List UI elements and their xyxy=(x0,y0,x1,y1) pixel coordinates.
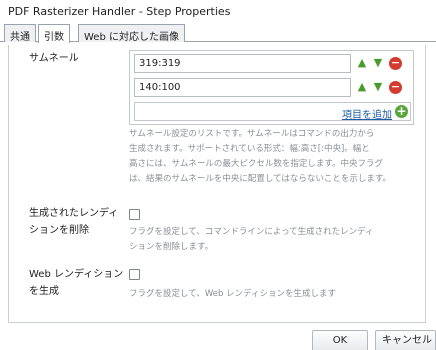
cancel-button[interactable]: キャンセル xyxy=(375,330,436,350)
web-rendition-description: フラグを設定して、Web レンディションを生成します xyxy=(129,287,414,302)
thumbnails-label: サムネール xyxy=(29,53,79,64)
ok-button[interactable]: OK xyxy=(312,330,368,350)
tab-web-enabled-image[interactable]: Web に対応した画像 xyxy=(78,24,185,43)
add-item-row: 項目を追加 + xyxy=(134,102,411,121)
label-line: 生成されたレンディ xyxy=(29,208,119,219)
delete-generated-label: 生成されたレンディ ションを削除 xyxy=(29,205,118,239)
tab-common[interactable]: 共通 xyxy=(4,24,36,43)
thumbnail-item-input[interactable] xyxy=(134,78,351,97)
remove-icon[interactable]: − xyxy=(389,57,402,70)
thumbnail-item-input[interactable] xyxy=(134,54,351,73)
delete-generated-description: フラグを設定して、コマンドラインによって生成されたレンディ ションを削除します。 xyxy=(129,225,414,255)
tab-bar: 共通 引数 Web に対応した画像 xyxy=(0,22,436,43)
dialog-footer: OK キャンセル xyxy=(0,323,436,350)
tab-arguments[interactable]: 引数 xyxy=(38,24,70,43)
label-line: ションを削除 xyxy=(29,225,89,236)
description-line: 高さには、サムネールの最大ピクセル数を指定します。中央フラグ xyxy=(129,159,383,169)
arrow-down-icon[interactable]: ▼ xyxy=(371,80,385,94)
description-line: フラグを設定して、Web レンディションを生成します xyxy=(129,289,336,299)
web-rendition-checkbox[interactable] xyxy=(129,269,140,280)
remove-icon[interactable]: − xyxy=(389,81,402,94)
thumbnails-description: サムネール設定のリストです。サムネールはコマンドの出力から 生成されます。サポー… xyxy=(129,127,414,187)
label-line: Web レンディション xyxy=(29,269,124,280)
title-bar: PDF Rasterizer Handler - Step Properties xyxy=(0,0,436,22)
description-line: 生成されます。サポートされている形式：幅:高さ[:中央]。幅と xyxy=(129,144,370,154)
add-icon[interactable]: + xyxy=(395,105,408,118)
web-rendition-label: Web レンディション を生成 xyxy=(29,266,123,300)
description-line: は、結果のサムネールを中央に配置してはならないことを示します。 xyxy=(129,174,392,184)
arguments-panel: サムネール ▲ ▼ − ▲ ▼ − 項目を追加 + サムネール設定のリストです。… xyxy=(8,45,426,323)
description-line: ションを削除します。 xyxy=(129,242,214,252)
arrow-up-icon[interactable]: ▲ xyxy=(355,56,369,70)
description-line: サムネール設定のリストです。サムネールはコマンドの出力から xyxy=(129,129,375,139)
label-line: を生成 xyxy=(29,286,59,297)
cancel-label: キャンセル xyxy=(382,335,432,346)
description-line: フラグを設定して、コマンドラインによって生成されたレンディ xyxy=(129,227,374,237)
arrow-up-icon[interactable]: ▲ xyxy=(355,80,369,94)
arrow-down-icon[interactable]: ▼ xyxy=(371,56,385,70)
thumbnails-list: ▲ ▼ − ▲ ▼ − 項目を追加 + xyxy=(129,50,414,125)
window-title: PDF Rasterizer Handler - Step Properties xyxy=(8,5,231,18)
delete-generated-checkbox[interactable] xyxy=(129,209,140,220)
add-item-link[interactable]: 項目を追加 xyxy=(342,106,392,121)
